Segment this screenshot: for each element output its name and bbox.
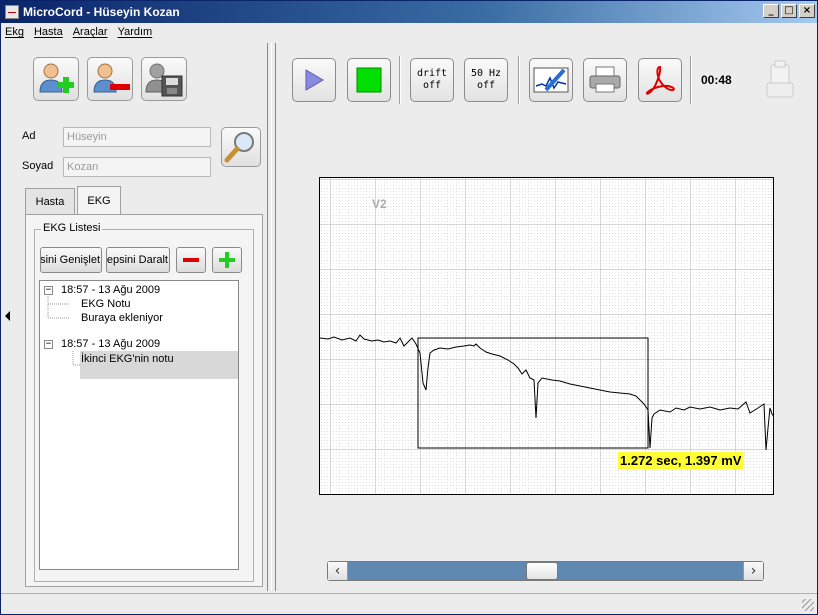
- patient-panel: Ad Hüseyin Soyad Kozan Hasta EKG EKG Lis…: [15, 43, 267, 591]
- ekg-entry-note-2a[interactable]: İkinci EKG'nin notu: [81, 353, 174, 365]
- collapse-all-label: Hepsini Daralt: [106, 254, 168, 266]
- mains-filter-label: 50 Hz off: [471, 68, 501, 92]
- remove-patient-icon: [93, 63, 130, 93]
- ecg-grid-and-trace: [320, 178, 773, 494]
- ekg-list-group: EKG Listesi Hepsini Genişlet Hepsini Dar…: [34, 222, 254, 582]
- expand-all-button[interactable]: Hepsini Genişlet: [40, 247, 102, 273]
- tab-hasta[interactable]: Hasta: [25, 188, 75, 214]
- toolbar-separator-2: [518, 56, 520, 104]
- ecg-scrollbar[interactable]: ‹ ›: [327, 561, 764, 581]
- collapse-arrow-icon: [5, 311, 10, 321]
- tree-expander-2[interactable]: −: [44, 340, 53, 349]
- menu-ekg[interactable]: Ekg: [5, 26, 24, 38]
- ekg-entry-note-1b[interactable]: Buraya ekleniyor: [81, 312, 163, 324]
- play-icon: [305, 69, 324, 91]
- toolbar-separator-1: [399, 56, 401, 104]
- drift-filter-text: drift off: [416, 68, 448, 91]
- elapsed-time: 00:48: [701, 73, 732, 87]
- tab-ekg-label: EKG: [87, 195, 111, 207]
- usb-device-icon: [766, 60, 794, 98]
- last-name-label: Soyad: [22, 160, 54, 172]
- panel-collapse-handle[interactable]: [1, 43, 15, 591]
- mains-filter-text: 50 Hz off: [470, 68, 502, 91]
- first-name-field[interactable]: Hüseyin: [63, 127, 211, 147]
- ekg-tree[interactable]: − 18:57 - 13 Ağu 2009 EKG Notu Buraya ek…: [39, 280, 239, 570]
- pdf-export-button[interactable]: [638, 58, 682, 102]
- ecg-chart[interactable]: V2 1.272 sec, 1.397 mV: [319, 177, 774, 495]
- ekg-tab-content: EKG Listesi Hepsini Genişlet Hepsini Dar…: [25, 214, 263, 587]
- minimize-button[interactable]: _: [763, 4, 779, 18]
- remove-ekg-button[interactable]: [176, 247, 206, 273]
- ekg-entry-note-1a[interactable]: EKG Notu: [81, 298, 131, 310]
- ecg-note-button[interactable]: [529, 58, 573, 102]
- scroll-right-button[interactable]: ›: [743, 562, 763, 580]
- measurement-readout: 1.272 sec, 1.397 mV: [618, 452, 744, 469]
- tree-expander-1[interactable]: −: [44, 286, 53, 295]
- mains-filter-button[interactable]: 50 Hz off: [464, 58, 508, 102]
- status-bar: [1, 593, 817, 614]
- scroll-thumb[interactable]: [526, 562, 558, 580]
- first-name-label: Ad: [22, 130, 36, 142]
- minus-icon: [183, 258, 199, 262]
- save-patient-button[interactable]: [141, 57, 187, 101]
- printer-icon: [589, 66, 621, 93]
- print-button[interactable]: [583, 58, 627, 102]
- ecg-note-icon: [533, 67, 569, 93]
- collapse-all-button[interactable]: Hepsini Daralt: [106, 247, 170, 273]
- menu-bar: Ekg Hasta Araçlar Yardım: [1, 23, 817, 41]
- add-patient-icon: [39, 63, 74, 93]
- save-patient-icon: [145, 63, 183, 97]
- menu-yardim[interactable]: Yardım: [118, 26, 153, 38]
- menu-araclar[interactable]: Araçlar: [73, 26, 108, 38]
- window-title: MicroCord - Hüseyin Kozan: [23, 5, 180, 19]
- app-icon: [5, 5, 19, 19]
- record-button[interactable]: [347, 58, 391, 102]
- tab-hasta-label: Hasta: [35, 195, 65, 208]
- toolbar-separator-3: [690, 56, 692, 104]
- search-icon: [224, 132, 254, 163]
- pdf-icon: [645, 65, 675, 95]
- drift-filter-label: drift off: [417, 68, 447, 92]
- plus-icon: [219, 252, 235, 268]
- resize-grip[interactable]: [802, 599, 814, 611]
- app-window: MicroCord - Hüseyin Kozan _ □ × Ekg Hast…: [0, 0, 818, 615]
- last-name-field[interactable]: Kozan: [63, 157, 211, 177]
- play-button[interactable]: [292, 58, 336, 102]
- ekg-entry-title-2[interactable]: 18:57 - 13 Ağu 2009: [61, 338, 160, 350]
- tab-ekg[interactable]: EKG: [77, 186, 121, 215]
- search-patient-button[interactable]: [221, 127, 261, 167]
- title-bar: MicroCord - Hüseyin Kozan _ □ ×: [1, 1, 817, 23]
- ekg-entry-title-1[interactable]: 18:57 - 13 Ağu 2009: [61, 284, 160, 296]
- add-patient-button[interactable]: [33, 57, 79, 101]
- maximize-button[interactable]: □: [781, 4, 797, 18]
- ecg-grid: [320, 178, 773, 494]
- expand-all-label: Hepsini Genişlet: [40, 254, 100, 266]
- record-icon: [356, 67, 382, 93]
- close-button[interactable]: ×: [799, 4, 815, 18]
- menu-hasta[interactable]: Hasta: [34, 26, 63, 38]
- ekg-list-legend: EKG Listesi: [41, 222, 103, 234]
- scroll-left-button[interactable]: ‹: [328, 562, 348, 580]
- lead-label: V2: [372, 197, 387, 211]
- panel-splitter[interactable]: [267, 43, 276, 591]
- add-ekg-button[interactable]: [212, 247, 242, 273]
- drift-filter-button[interactable]: drift off: [410, 58, 454, 102]
- remove-patient-button[interactable]: [87, 57, 133, 101]
